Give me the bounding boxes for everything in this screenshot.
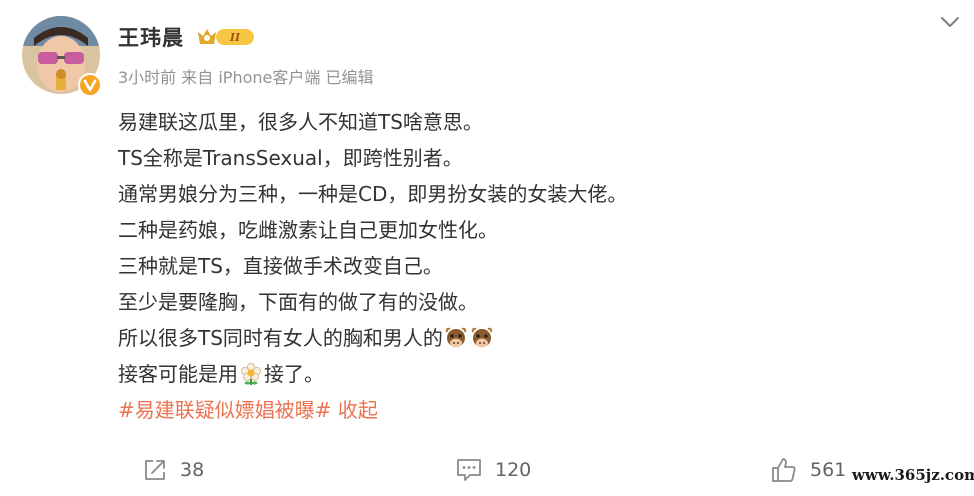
flower-emoji-icon bbox=[239, 362, 263, 386]
post-line: TS全称是TransSexual，即跨性别者。 bbox=[118, 146, 463, 170]
level-badge-text: II bbox=[229, 31, 241, 44]
comment-count: 120 bbox=[495, 459, 532, 481]
author-name[interactable]: 王玮晨 bbox=[118, 22, 184, 52]
post-meta: 3小时前 来自 iPhone客户端 已编辑 bbox=[118, 68, 374, 87]
like-button[interactable]: 561 bbox=[770, 454, 846, 486]
verified-badge-icon bbox=[78, 73, 102, 97]
post-content: 易建联这瓜里，很多人不知道TS啥意思。 TS全称是TransSexual，即跨性… bbox=[118, 104, 938, 428]
comment-icon bbox=[457, 459, 481, 481]
post-line-text: 接客可能是用 bbox=[118, 362, 238, 386]
weibo-post-card: 王玮晨 II 3小时前 来自 iPhone客户端 已编辑 易建联这瓜里，很多人不… bbox=[0, 0, 974, 496]
post-line: 通常男娘分为三种，一种是CD，即男扮女装的女装大佬。 bbox=[118, 182, 628, 206]
comment-button[interactable]: 120 bbox=[455, 454, 531, 486]
post-line: 二种是药娘，吃雌激素让自己更加女性化。 bbox=[118, 218, 498, 242]
hashtag-line: #易建联疑似嫖娼被曝# 收起 bbox=[118, 392, 938, 428]
site-watermark: www.365jz.com bbox=[852, 466, 974, 484]
cow-emoji-icon bbox=[444, 326, 468, 350]
post-line: 至少是要隆胸，下面有的做了有的没做。 bbox=[118, 290, 478, 314]
like-count: 561 bbox=[810, 459, 847, 481]
post-line-with-emoji: 接客可能是用 接了。 bbox=[118, 356, 938, 392]
level-badge-icon[interactable]: II bbox=[196, 26, 256, 48]
more-options-button[interactable] bbox=[938, 12, 962, 32]
repost-button[interactable]: 38 bbox=[142, 454, 204, 486]
hashtag-link[interactable]: #易建联疑似嫖娼被曝# bbox=[118, 398, 332, 422]
chevron-down-icon bbox=[941, 17, 959, 27]
post-line-text: 所以很多TS同时有女人的胸和男人的 bbox=[118, 326, 443, 350]
cow-emoji-icon bbox=[470, 326, 494, 350]
post-line: 三种就是TS，直接做手术改变自己。 bbox=[118, 254, 443, 278]
action-bar: 38 120 561 bbox=[0, 454, 974, 486]
thumbs-up-icon bbox=[772, 458, 796, 482]
post-line-text: 接了。 bbox=[264, 362, 324, 386]
post-line-with-emoji: 所以很多TS同时有女人的胸和男人的 bbox=[118, 320, 938, 356]
repost-count: 38 bbox=[180, 459, 205, 481]
post-line: 易建联这瓜里，很多人不知道TS啥意思。 bbox=[118, 110, 483, 134]
collapse-button[interactable]: 收起 bbox=[338, 398, 378, 422]
share-icon bbox=[145, 460, 165, 480]
